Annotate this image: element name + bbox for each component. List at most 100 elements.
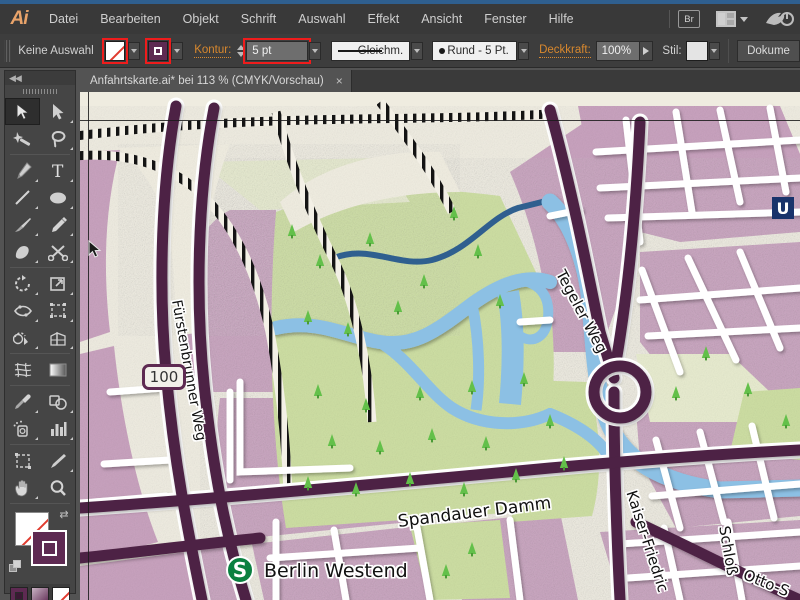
selection-status-label: Keine Auswahl [18, 44, 94, 57]
tools-panel-collapse-button[interactable]: ◀◀ [5, 71, 75, 85]
scissors-tool[interactable] [40, 238, 75, 265]
shape-builder-tool[interactable] [5, 324, 40, 351]
stroke-weight-field-group[interactable]: 5 pt [243, 37, 312, 64]
slice-tool[interactable] [40, 447, 75, 474]
menu-item-auswahl[interactable]: Auswahl [287, 4, 356, 34]
app-logo-icon: Ai [10, 8, 29, 29]
graphic-style-swatch[interactable] [686, 40, 708, 61]
canvas-area[interactable]: Fürstenbrunner Weg Tegeler Weg Kaiser-Fr… [80, 92, 800, 600]
gradient-button[interactable] [31, 587, 49, 600]
artboard-top-edge [80, 120, 800, 121]
s-bahn-icon: S [226, 556, 254, 584]
menu-item-effekt[interactable]: Effekt [356, 4, 410, 34]
fill-swatch-dropdown[interactable] [128, 41, 140, 60]
magic-wand-tool[interactable] [5, 125, 40, 152]
artboard-tool[interactable] [5, 447, 40, 474]
style-label: Stil: [662, 44, 682, 57]
close-icon[interactable]: × [336, 74, 343, 88]
stroke-profile-icon [337, 49, 382, 52]
stroke-profile-dropdown[interactable] [411, 41, 423, 60]
width-tool[interactable] [5, 297, 40, 324]
opacity-input[interactable]: 100% [595, 40, 640, 61]
blob-brush-tool[interactable] [5, 238, 40, 265]
stroke-weight-label[interactable]: Kontur: [194, 43, 232, 58]
illustrator-window: Ai Datei Bearbeiten Objekt Schrift Auswa… [0, 0, 800, 600]
stroke-swatch-group[interactable] [145, 37, 172, 64]
none-button[interactable] [52, 587, 70, 600]
svg-text:T: T [52, 162, 64, 180]
menu-item-datei[interactable]: Datei [38, 4, 89, 34]
perspective-grid-tool[interactable] [40, 324, 75, 351]
document-tab[interactable]: Anfahrtskarte.ai* bei 113 % (CMYK/Vorsch… [80, 70, 352, 92]
menu-item-fenster[interactable]: Fenster [473, 4, 537, 34]
u-bahn-icon: U [772, 197, 794, 219]
eyedropper-tool[interactable] [5, 388, 40, 415]
menu-item-schrift[interactable]: Schrift [230, 4, 287, 34]
symbol-sprayer-tool[interactable] [5, 415, 40, 442]
control-bar-divider [728, 38, 730, 63]
default-fill-stroke-icon[interactable] [9, 560, 23, 574]
stroke-weight-input[interactable]: 5 pt [246, 40, 309, 61]
menu-item-hilfe[interactable]: Hilfe [538, 4, 585, 34]
color-button[interactable] [10, 587, 28, 600]
zoom-tool[interactable] [40, 474, 75, 501]
route-badge-100: 100 [142, 364, 186, 390]
menu-item-bearbeiten[interactable]: Bearbeiten [89, 4, 171, 34]
swap-fill-stroke-icon[interactable]: ⇄ [57, 508, 71, 522]
control-bar-grip[interactable] [4, 39, 12, 62]
opacity-label[interactable]: Deckkraft: [539, 43, 591, 58]
menu-item-objekt[interactable]: Objekt [172, 4, 230, 34]
tools-panel-grip[interactable] [5, 85, 75, 98]
menu-divider [669, 10, 670, 28]
tools-panel: ◀◀ T ⇄ [4, 70, 76, 600]
menu-item-ansicht[interactable]: Ansicht [410, 4, 473, 34]
hand-tool[interactable] [5, 474, 40, 501]
brush-dropdown[interactable] [517, 41, 530, 60]
mouse-cursor-icon [88, 239, 102, 265]
stroke-swatch-icon[interactable] [148, 40, 169, 61]
menu-bar-right-cluster: Br [661, 4, 800, 34]
direct-selection-tool[interactable] [40, 98, 75, 125]
arrange-documents-icon [716, 11, 736, 27]
document-tab-title: Anfahrtskarte.ai* bei 113 % (CMYK/Vorsch… [90, 75, 324, 87]
stroke-weight-dropdown[interactable] [309, 41, 321, 60]
rotate-tool[interactable] [5, 270, 40, 297]
color-mode-row [10, 584, 70, 600]
tools-grid: T [5, 98, 75, 501]
blend-tool[interactable] [40, 388, 75, 415]
artboard-left-edge [88, 92, 89, 600]
paintbrush-tool[interactable] [5, 211, 40, 238]
selection-tool[interactable] [5, 98, 40, 125]
scale-tool[interactable] [40, 270, 75, 297]
document-setup-button[interactable]: Dokume [737, 39, 800, 62]
bridge-icon[interactable]: Br [678, 10, 700, 28]
brush-preview-icon [439, 47, 446, 54]
lasso-tool[interactable] [40, 125, 75, 152]
free-transform-tool[interactable] [40, 297, 75, 324]
opacity-flyout-button[interactable] [639, 40, 653, 61]
fill-swatch-none-icon[interactable] [105, 40, 126, 61]
menu-bar: Ai Datei Bearbeiten Objekt Schrift Auswa… [0, 4, 800, 34]
graphic-style-dropdown[interactable] [708, 41, 721, 60]
pen-tool[interactable] [5, 157, 40, 184]
workspace-switcher-icon[interactable] [764, 9, 794, 29]
map-label-berlin-westend: Berlin Westend [264, 560, 408, 582]
fill-stroke-controls: ⇄ [5, 508, 75, 582]
arrange-documents-button[interactable] [716, 11, 748, 27]
pencil-tool[interactable] [40, 211, 75, 238]
stroke-weight-stepper[interactable] [237, 44, 246, 58]
chevron-down-icon [740, 16, 748, 22]
stroke-swatch-dropdown[interactable] [171, 41, 183, 60]
ellipse-tool[interactable] [40, 184, 75, 211]
control-bar: Keine Auswahl Kontur: 5 pt Gleichm. Rund… [0, 34, 800, 68]
fill-swatch-group[interactable] [102, 37, 129, 64]
stroke-color-swatch[interactable] [31, 530, 67, 566]
brush-select[interactable]: Rund - 5 Pt. [432, 40, 517, 61]
gradient-tool[interactable] [40, 356, 75, 383]
mesh-tool[interactable] [5, 356, 40, 383]
line-segment-tool[interactable] [5, 184, 40, 211]
column-graph-tool[interactable] [40, 415, 75, 442]
double-chevron-left-icon: ◀◀ [9, 72, 22, 83]
stroke-profile-select[interactable]: Gleichm. [330, 40, 411, 61]
type-tool[interactable]: T [40, 157, 75, 184]
